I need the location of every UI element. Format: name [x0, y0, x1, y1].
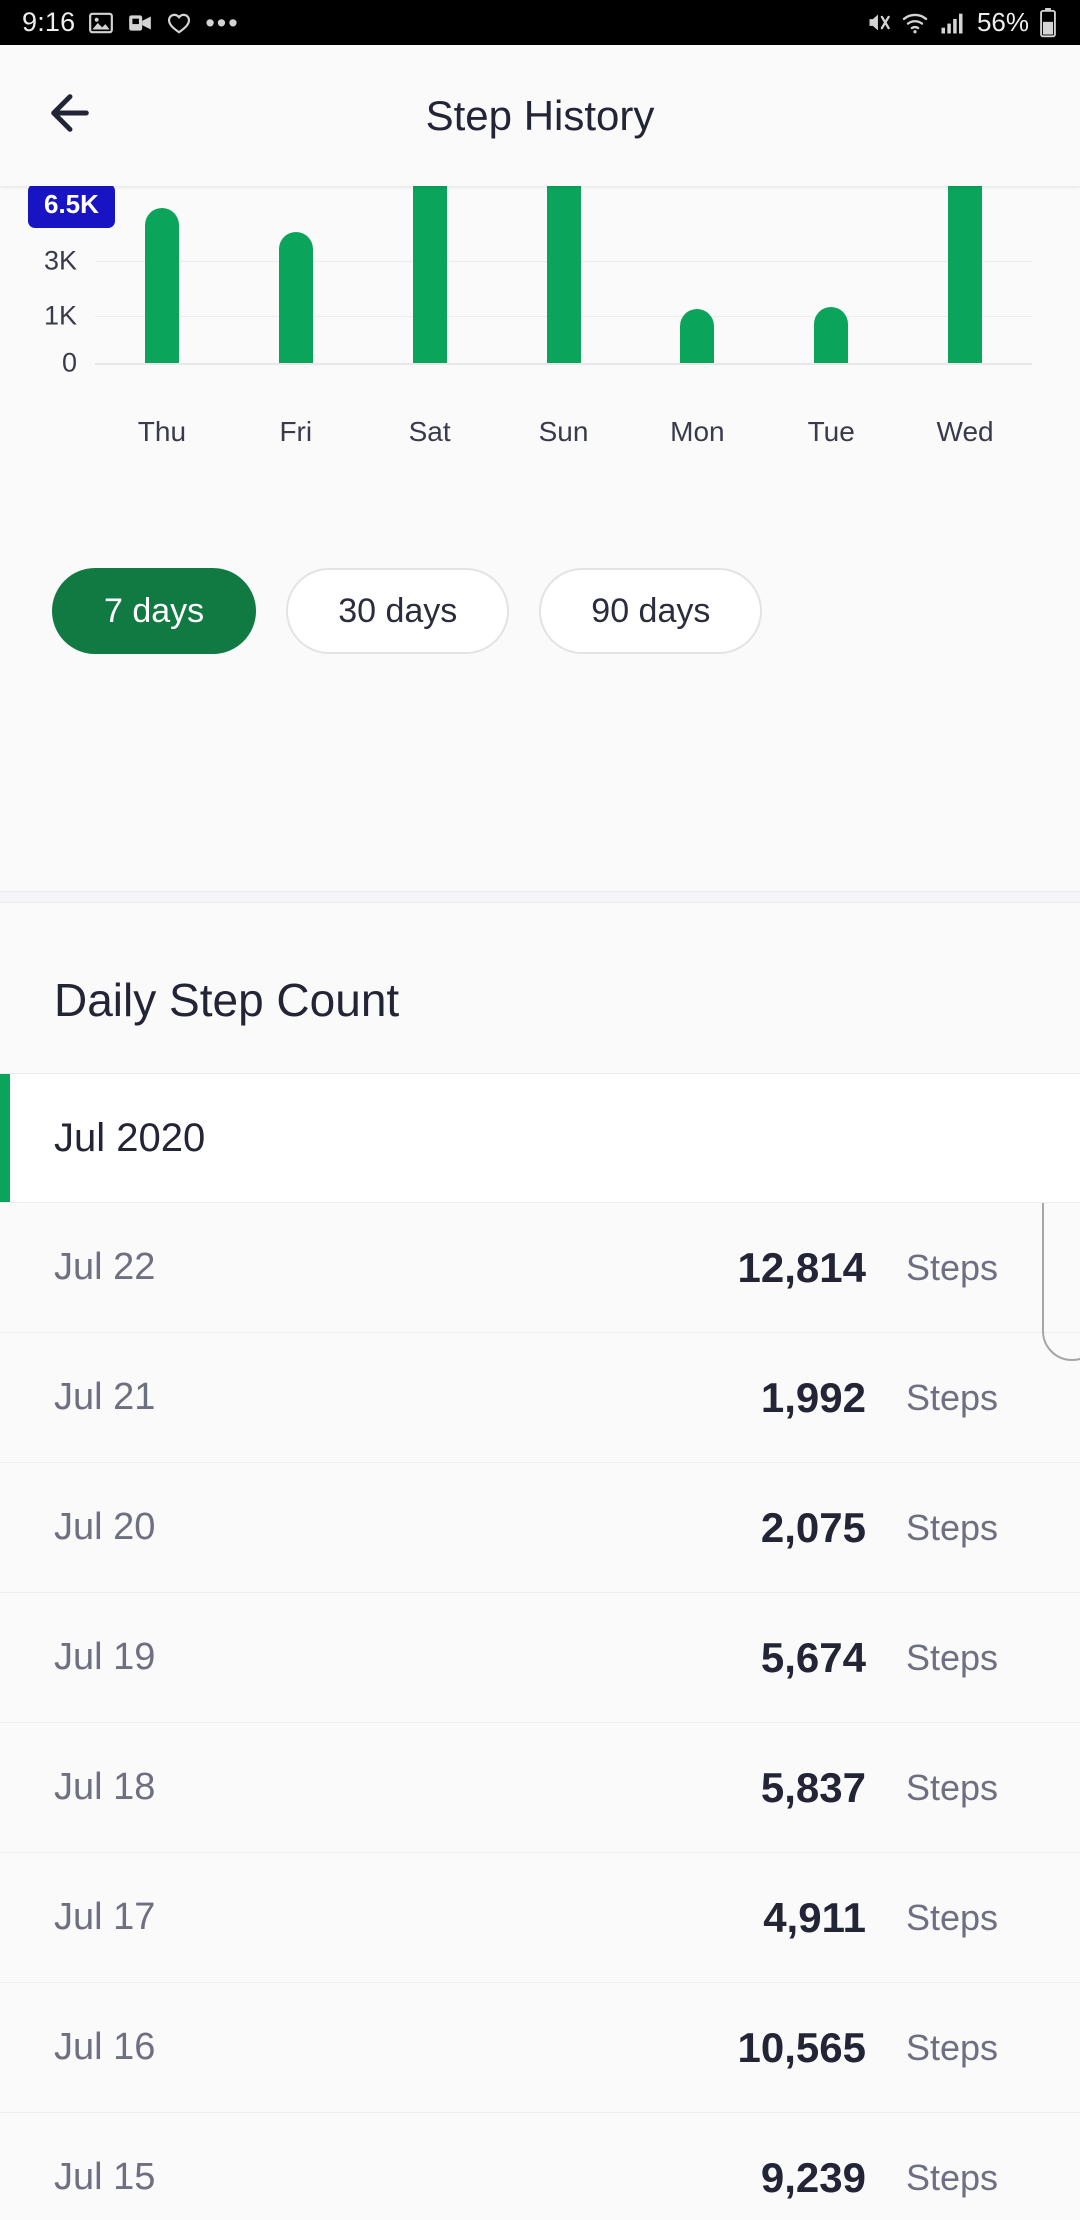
- row-unit-label: Steps: [906, 1246, 999, 1288]
- y-tick-3k: 3K: [43, 245, 77, 276]
- section-heading: Daily Step Count: [54, 974, 400, 1026]
- row-step-count: 2,075: [760, 1503, 866, 1551]
- battery-percent-label: 56%: [976, 7, 1029, 37]
- range-filter-group: 7 days 30 days 90 days: [0, 536, 1080, 686]
- row-unit-label: Steps: [906, 1896, 999, 1938]
- row-date: Jul 17: [54, 1896, 156, 1938]
- image-icon: [88, 10, 114, 36]
- row-date: Jul 21: [54, 1376, 156, 1418]
- row-step-count: 9,239: [760, 2153, 866, 2201]
- x-label-sun: Sun: [538, 416, 589, 447]
- table-row[interactable]: Jul 18 5,837 Steps: [0, 1723, 1080, 1853]
- bar-slot[interactable]: [497, 186, 631, 363]
- bar-slot[interactable]: [95, 186, 229, 363]
- battery-icon: [1038, 7, 1058, 38]
- bar-slot[interactable]: [764, 186, 898, 363]
- app-bar: Step History: [0, 45, 1080, 186]
- mute-icon: [865, 9, 892, 36]
- x-label-sat: Sat: [408, 416, 451, 447]
- y-tick-0: 0: [61, 347, 77, 378]
- x-label-fri: Fri: [279, 416, 313, 447]
- chart-card-bottom-padding: [0, 686, 1080, 891]
- bar-mon[interactable]: [680, 309, 715, 363]
- range-pill-90-days[interactable]: 90 days: [539, 568, 763, 654]
- row-step-count: 12,814: [737, 1243, 866, 1291]
- row-unit-label: Steps: [906, 2156, 999, 2198]
- x-axis-labels: Thu Fri Sat Sun Mon Tue Wed: [95, 416, 1032, 448]
- range-pill-7-days[interactable]: 7 days: [52, 568, 257, 654]
- row-unit-label: Steps: [906, 1766, 999, 1808]
- month-accent-bar: [0, 1074, 10, 1202]
- month-label: Jul 2020: [54, 1115, 206, 1160]
- row-date: Jul 16: [54, 2026, 156, 2068]
- row-step-count: 10,565: [737, 2023, 866, 2071]
- bar-slot[interactable]: [229, 186, 363, 363]
- table-row[interactable]: Jul 15 9,239 Steps: [0, 2113, 1080, 2220]
- bar-tue[interactable]: [814, 307, 849, 363]
- camera-mail-icon: [127, 10, 153, 36]
- row-date: Jul 18: [54, 1766, 156, 1808]
- bar-slot[interactable]: [630, 186, 764, 363]
- row-date: Jul 20: [54, 1506, 156, 1548]
- x-label-thu: Thu: [137, 416, 187, 447]
- axis-baseline: [95, 363, 1032, 365]
- table-row[interactable]: Jul 19 5,674 Steps: [0, 1593, 1080, 1723]
- row-step-count: 5,837: [760, 1763, 866, 1811]
- cellular-signal-icon: [938, 9, 966, 37]
- bar-slot[interactable]: [898, 186, 1032, 363]
- table-row[interactable]: Jul 21 1,992 Steps: [0, 1333, 1080, 1463]
- bar-fri[interactable]: [278, 232, 313, 363]
- row-step-count: 4,911: [763, 1893, 866, 1941]
- status-bar: 9:16 ••• 56%: [0, 0, 1080, 45]
- row-unit-label: Steps: [906, 1636, 999, 1678]
- bar-thu[interactable]: [144, 208, 179, 363]
- row-unit-label: Steps: [906, 1506, 999, 1548]
- status-bar-right: 56%: [865, 7, 1058, 38]
- bar-chart: 6.5K 3K 1K 0 Thu Fri Sat Sun Mon Tue Wed: [0, 186, 1080, 486]
- x-label-wed: Wed: [936, 416, 994, 447]
- row-date: Jul 15: [54, 2156, 156, 2198]
- table-row[interactable]: Jul 17 4,911 Steps: [0, 1853, 1080, 1983]
- page-title: Step History: [425, 91, 655, 139]
- chart-highlight-badge: 6.5K: [28, 186, 115, 228]
- section-divider: [0, 891, 1080, 903]
- heart-icon: [166, 10, 192, 36]
- table-row[interactable]: Jul 20 2,075 Steps: [0, 1463, 1080, 1593]
- bar-sat[interactable]: [412, 186, 447, 363]
- row-step-count: 1,992: [760, 1373, 866, 1421]
- table-row[interactable]: Jul 22 12,814 Steps: [0, 1203, 1080, 1333]
- row-date: Jul 22: [54, 1246, 156, 1288]
- arrow-left-icon: [42, 85, 98, 146]
- x-label-tue: Tue: [807, 416, 855, 447]
- bar-slot[interactable]: [363, 186, 497, 363]
- status-clock: 9:16: [22, 7, 76, 37]
- range-pill-30-days[interactable]: 30 days: [286, 568, 510, 654]
- y-axis: 3K 1K 0: [0, 186, 95, 486]
- y-tick-1k: 1K: [43, 300, 77, 331]
- wifi-icon: [901, 9, 929, 37]
- bar-series: [95, 186, 1032, 363]
- daily-step-count-section: Daily Step Count Jul 2020 Jul 22 12,814 …: [0, 903, 1080, 2220]
- x-label-mon: Mon: [670, 416, 725, 447]
- table-row[interactable]: Jul 16 10,565 Steps: [0, 1983, 1080, 2113]
- row-unit-label: Steps: [906, 2026, 999, 2068]
- bar-sun[interactable]: [546, 186, 581, 363]
- step-chart-card: 6.5K 3K 1K 0 Thu Fri Sat Sun Mon Tue Wed: [0, 186, 1080, 536]
- more-dots-icon: •••: [205, 7, 240, 38]
- month-header: Jul 2020: [0, 1073, 1080, 1203]
- row-unit-label: Steps: [906, 1376, 999, 1418]
- status-bar-left: 9:16 •••: [22, 7, 240, 38]
- back-button[interactable]: [22, 68, 118, 164]
- bar-wed[interactable]: [948, 186, 983, 363]
- row-step-count: 5,674: [760, 1633, 866, 1681]
- row-date: Jul 19: [54, 1636, 156, 1678]
